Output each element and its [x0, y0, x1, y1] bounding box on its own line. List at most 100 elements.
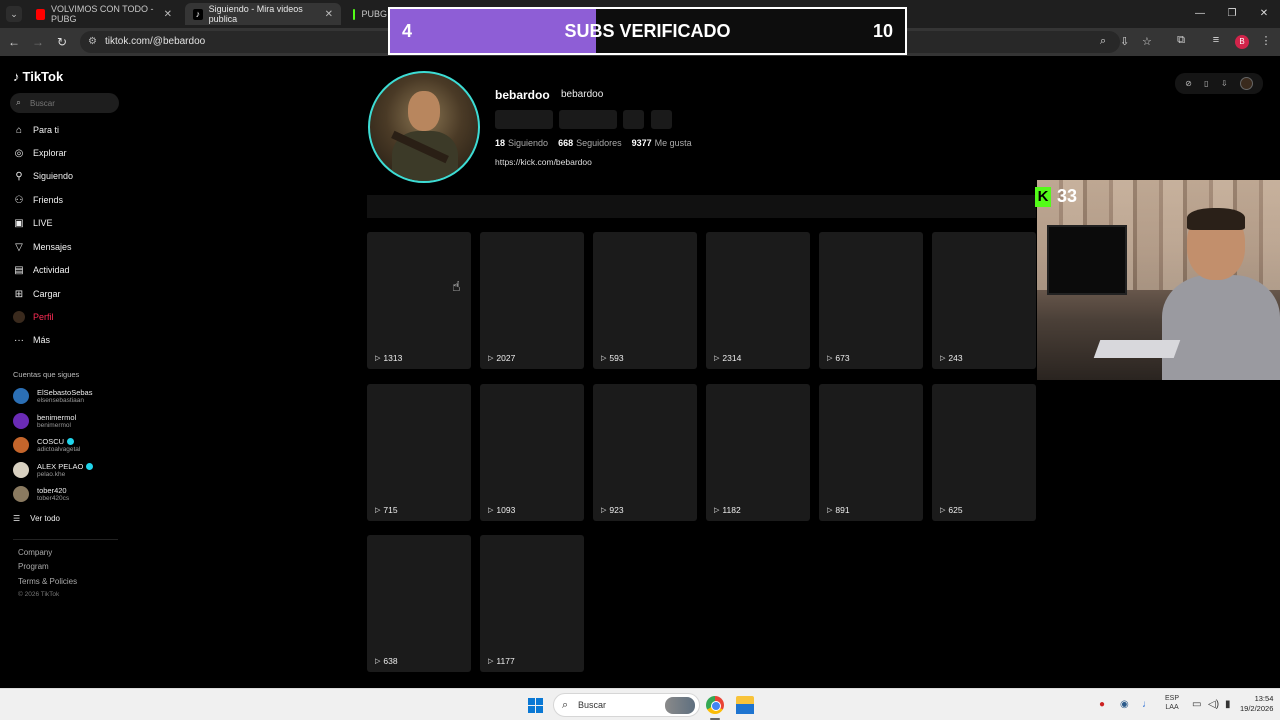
install-icon[interactable]: ⇩ — [1120, 35, 1129, 48]
video-card[interactable]: ▷ 891 — [819, 384, 923, 521]
bio-link[interactable]: https://kick.com/bebardoo — [495, 157, 592, 167]
view-count: ▷ 673 — [827, 353, 850, 363]
view-count-value: 2027 — [496, 353, 516, 363]
clock[interactable]: 13:54 19/2/2026 — [1240, 694, 1273, 714]
search-highlight-image — [665, 697, 695, 714]
video-card[interactable]: ▷ 1182 — [706, 384, 810, 521]
sidebar-item-perfil[interactable]: Perfil — [13, 309, 54, 325]
following-stat[interactable]: 18 Siguiendo — [495, 138, 548, 148]
taskbar-search-input[interactable]: ⌕ Buscar — [553, 693, 700, 717]
followed-account[interactable]: benimermol benimermol — [13, 413, 76, 429]
sidebar-item-label: LIVE — [33, 218, 53, 228]
device-icon[interactable]: ▯ — [1204, 79, 1208, 88]
followers-stat[interactable]: 668 Seguidores — [558, 138, 622, 148]
video-card[interactable]: ▷ 1093 — [480, 384, 584, 521]
followed-account[interactable]: ALEX PELAO pelao.khe — [13, 462, 94, 478]
view-count-value: 243 — [948, 353, 963, 363]
video-card[interactable]: ▷ 1313 — [367, 232, 471, 369]
windows-start-icon[interactable] — [528, 698, 543, 713]
sidebar-item-label: Para ti — [33, 125, 60, 135]
video-card[interactable]: ▷ 2027 — [480, 232, 584, 369]
view-count: ▷ 923 — [601, 505, 624, 515]
promote-button-placeholder[interactable] — [559, 110, 617, 129]
chrome-app-icon[interactable] — [706, 696, 724, 714]
sidebar-item-cargar[interactable]: ⊞ Cargar — [13, 286, 61, 302]
close-window-icon[interactable]: ✕ — [1248, 0, 1280, 28]
view-count: ▷ 715 — [375, 505, 398, 515]
see-all-link[interactable]: ☰ Ver todo — [13, 514, 60, 523]
network-icon[interactable]: ▭ — [1192, 699, 1201, 710]
following-heading: Cuentas que sigues — [13, 370, 80, 379]
sidebar-item-para-ti[interactable]: ⌂ Para ti — [13, 122, 59, 138]
reload-icon[interactable]: ↻ — [54, 34, 70, 50]
profile-stats: 18 Siguiendo 668 Seguidores 9377 Me gusta — [495, 138, 692, 148]
bookmark-star-icon[interactable]: ☆ — [1142, 35, 1152, 48]
footer-link-company[interactable]: Company — [18, 548, 52, 557]
sidebar-item-actividad[interactable]: ▤ Actividad — [13, 262, 70, 278]
clock-time: 13:54 — [1254, 694, 1274, 703]
sidebar-item-label: Actividad — [33, 265, 70, 275]
sidebar-item-siguiendo[interactable]: ⚲ Siguiendo — [13, 168, 73, 184]
menu-kebab-icon[interactable]: ⋮ — [1258, 34, 1274, 47]
tiktok-logo[interactable]: ♪ TikTok — [13, 69, 63, 84]
sidebar-item-mas[interactable]: ··· Más — [13, 332, 50, 348]
avatar[interactable] — [1239, 77, 1253, 90]
close-tab-icon[interactable]: ✕ — [164, 9, 172, 20]
play-icon: ▷ — [827, 507, 833, 514]
minimize-icon[interactable]: — — [1184, 0, 1216, 28]
browser-profile-avatar[interactable]: B — [1235, 35, 1249, 49]
gear-icon[interactable]: ⊘ — [1185, 79, 1192, 88]
sidebar-item-label: Cargar — [33, 289, 61, 299]
back-icon[interactable]: ← — [6, 34, 22, 50]
video-card[interactable]: ▷ 593 — [593, 232, 697, 369]
webcam-person-body — [1162, 275, 1280, 380]
video-card[interactable]: ▷ 2314 — [706, 232, 810, 369]
sidebar-item-friends[interactable]: ⚇ Friends — [13, 192, 64, 208]
volume-icon[interactable]: ◁) — [1208, 699, 1219, 710]
forward-icon[interactable]: → — [30, 34, 46, 50]
extensions-icon[interactable]: ⧉ — [1173, 34, 1189, 47]
tab-title: PUBG — [361, 9, 387, 19]
share-button-placeholder[interactable] — [651, 110, 672, 129]
tab-search-button[interactable]: ⌄ — [6, 6, 22, 22]
download-icon[interactable]: ⇩ — [1221, 79, 1228, 88]
video-card[interactable]: ▷ 715 — [367, 384, 471, 521]
file-explorer-icon[interactable] — [736, 696, 754, 714]
microphone-icon[interactable]: ♩ — [1142, 699, 1152, 710]
sidebar-item-live[interactable]: ▣ LIVE — [13, 215, 53, 231]
footer-link-terms[interactable]: Terms & Policies — [18, 577, 77, 586]
video-card[interactable]: ▷ 923 — [593, 384, 697, 521]
video-card[interactable]: ▷ 638 — [367, 535, 471, 672]
restore-icon[interactable]: ❐ — [1216, 0, 1248, 28]
video-card[interactable]: ▷ 625 — [932, 384, 1036, 521]
account-handle: benimermol — [37, 421, 71, 429]
browser-tab-tiktok[interactable]: ♪ Siguiendo - Mira videos publica ✕ — [185, 3, 341, 25]
video-card[interactable]: ▷ 243 — [932, 232, 1036, 369]
account-name: benimermol — [37, 412, 77, 422]
followed-account[interactable]: COSCU adictoalvagetal — [13, 437, 80, 453]
site-info-icon[interactable]: ⚙ — [88, 36, 97, 47]
browser-tab-youtube[interactable]: VOLVIMOS CON TODO - PUBG ✕ — [28, 3, 180, 25]
battery-icon[interactable]: ▮ — [1225, 699, 1231, 710]
steam-icon[interactable]: ◉ — [1120, 699, 1129, 710]
url-text[interactable]: tiktok.com/@bebardoo — [105, 36, 205, 47]
edit-profile-button-placeholder[interactable] — [495, 110, 553, 129]
profile-nickname: bebardoo — [561, 89, 604, 100]
followed-account[interactable]: ElSebastoSebas elsensebastiaan — [13, 388, 92, 404]
zoom-icon[interactable]: ⌕ — [1100, 35, 1106, 48]
sidebar-item-explorar[interactable]: ◎ Explorar — [13, 145, 67, 161]
settings-button-placeholder[interactable] — [623, 110, 644, 129]
language-indicator[interactable]: ESP LAA — [1165, 694, 1179, 712]
footer-link-program[interactable]: Program — [18, 562, 49, 571]
video-card[interactable]: ▷ 673 — [819, 232, 923, 369]
video-card[interactable]: ▷ 1177 — [480, 535, 584, 672]
view-count-value: 891 — [835, 505, 850, 515]
media-controls-icon[interactable]: ≡ — [1208, 34, 1224, 46]
search-input[interactable]: ⌕ Buscar — [10, 93, 119, 113]
avatar-figure-head — [408, 91, 440, 131]
tray-app-icon[interactable]: ● — [1099, 699, 1105, 710]
close-tab-icon[interactable]: ✕ — [325, 9, 333, 20]
sidebar-item-mensajes[interactable]: ▽ Mensajes — [13, 239, 71, 255]
profile-avatar[interactable] — [368, 71, 480, 183]
followed-account[interactable]: tober420 tober420cs — [13, 486, 69, 502]
